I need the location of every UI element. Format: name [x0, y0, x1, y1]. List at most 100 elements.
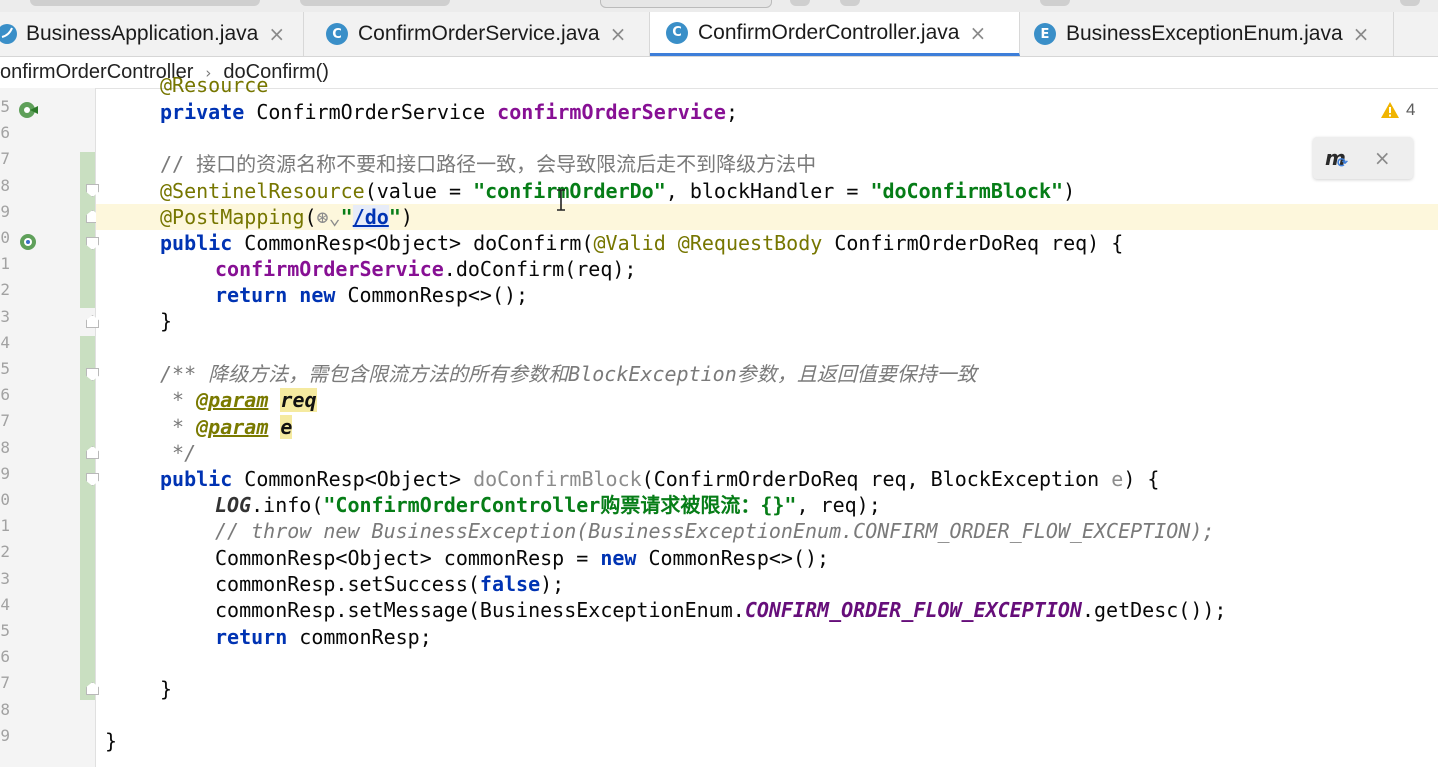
code-token: ConfirmOrderDoReq req) {	[822, 231, 1124, 255]
keyword: new	[299, 283, 336, 307]
inspection-widget[interactable]: 4	[1380, 100, 1415, 120]
editor-tab-bar: BusinessApplication.java × C ConfirmOrde…	[0, 12, 1438, 57]
code-token: CommonResp<Object> doConfirm(	[232, 231, 594, 255]
method-name: doConfirmBlock	[473, 467, 642, 491]
toolbar-item[interactable]	[1040, 0, 1070, 6]
keyword: return	[215, 625, 288, 649]
code-token: }	[160, 677, 173, 701]
javadoc-param-ref: req	[280, 388, 317, 412]
web-globe-icon[interactable]: ⊛⌄	[317, 205, 341, 229]
javadoc-tag: @param	[196, 415, 269, 439]
string-literal: "confirmOrderDo"	[473, 179, 666, 203]
keyword: private	[160, 100, 245, 124]
code-token: CommonResp<Object> commonResp =	[215, 546, 601, 570]
javadoc-comment: 参数，且返回值要保持一致	[736, 362, 977, 386]
toolbar-item[interactable]	[600, 0, 772, 8]
code-token: }	[160, 309, 173, 333]
tab-label: ConfirmOrderService.java	[358, 22, 600, 45]
javadoc-param-ref: e	[280, 415, 293, 439]
toolbar-item[interactable]	[1400, 0, 1420, 6]
tab-business-application[interactable]: BusinessApplication.java ×	[0, 12, 304, 56]
code-line: */	[160, 440, 196, 466]
code-line: * @param e	[160, 414, 293, 440]
code-line: /** 降级方法，需包含限流方法的所有参数和BlockException参数，且…	[160, 361, 977, 387]
toolbar-item[interactable]	[300, 0, 450, 6]
code-line: @PostMapping(⊛⌄"/do")	[160, 204, 413, 230]
code-line: }	[105, 728, 117, 754]
tab-label: BusinessExceptionEnum.java	[1066, 22, 1343, 45]
enum-icon: E	[1034, 23, 1056, 45]
keyword: public	[160, 467, 233, 491]
parameter-name: e	[1111, 467, 1124, 491]
code-token: );	[540, 572, 565, 596]
code-token: }	[105, 729, 118, 753]
code-line: return commonResp;	[215, 624, 432, 650]
code-token: )	[1063, 179, 1076, 203]
code-line: return new CommonResp<>();	[215, 282, 528, 308]
static-field: LOG	[215, 493, 252, 517]
main-toolbar	[0, 0, 1438, 12]
javadoc-tag: @param	[196, 388, 269, 412]
tab-business-exception-enum[interactable]: E BusinessExceptionEnum.java ×	[1020, 12, 1394, 56]
code-line: public CommonResp<Object> doConfirm(@Val…	[160, 230, 1123, 256]
code-token: commonResp;	[287, 625, 432, 649]
javadoc-comment: *	[160, 388, 197, 412]
code-token: .getDesc());	[1081, 598, 1227, 622]
code-line: // 接口的资源名称不要和接口路径一致，会导致限流后走不到降级方法中	[160, 151, 816, 177]
string-literal: "	[388, 205, 401, 229]
javadoc-comment: *	[160, 415, 197, 439]
code-token: )	[400, 205, 413, 229]
code-line: * @param req	[160, 387, 317, 413]
keyword: new	[600, 546, 637, 570]
close-icon[interactable]: ×	[969, 21, 986, 45]
keyword: public	[160, 231, 233, 255]
keyword: false	[479, 572, 541, 596]
code-line: CommonResp<Object> commonResp = new Comm…	[215, 545, 829, 571]
javadoc-comment: BlockException	[568, 362, 737, 386]
code-token: CommonResp<>();	[636, 546, 830, 570]
url-mapping-link[interactable]: /do	[352, 205, 389, 229]
code-token: ConfirmOrderService	[244, 100, 498, 124]
close-icon[interactable]: ×	[268, 22, 285, 46]
code-token: .doConfirm(req);	[443, 257, 637, 281]
code-line: }	[160, 308, 172, 334]
maven-reload-popup: m ⟳ ×	[1313, 137, 1413, 179]
toolbar-item[interactable]	[840, 0, 860, 6]
field-name: confirmOrderService	[215, 257, 444, 281]
code-token: ;	[725, 100, 738, 124]
close-icon[interactable]: ×	[1374, 146, 1391, 170]
code-token: .info(	[251, 493, 324, 517]
code-token: , blockHandler =	[665, 179, 871, 203]
maven-reload-icon[interactable]: m ⟳	[1325, 146, 1348, 171]
code-token: , req);	[796, 493, 881, 517]
tab-label: BusinessApplication.java	[26, 22, 259, 45]
code-token: ) {	[1123, 467, 1160, 491]
code-token: (ConfirmOrderDoReq req, BlockException	[641, 467, 1112, 491]
comment: // 接口的资源名称不要和接口路径一致，会导致限流后走不到降级方法中	[160, 152, 817, 176]
tab-confirm-order-controller[interactable]: C ConfirmOrderController.java ×	[650, 12, 1020, 56]
close-icon[interactable]: ×	[1353, 22, 1370, 46]
code-token: (value =	[364, 179, 474, 203]
run-config-selector[interactable]	[30, 0, 260, 6]
annotation: @RequestBody	[677, 231, 823, 255]
code-line: @Resource	[160, 72, 268, 98]
string-literal: "ConfirmOrderController购票请求被限流：{}"	[323, 493, 797, 517]
string-literal: "doConfirmBlock"	[870, 179, 1064, 203]
code-line: LOG.info("ConfirmOrderController购票请求被限流：…	[215, 492, 881, 518]
javadoc-comment: */	[160, 441, 197, 465]
code-editor[interactable]: @Resource private ConfirmOrderService co…	[0, 73, 1438, 767]
annotation: @Valid	[593, 231, 666, 255]
code-line: public CommonResp<Object> doConfirmBlock…	[160, 466, 1159, 492]
close-icon[interactable]: ×	[610, 22, 627, 46]
string-literal: "	[340, 205, 353, 229]
code-token: CommonResp<>();	[335, 283, 529, 307]
text-cursor-icon	[557, 189, 565, 211]
enum-constant: CONFIRM_ORDER_FLOW_EXCEPTION	[744, 598, 1082, 622]
class-icon: C	[666, 21, 688, 44]
tab-confirm-order-service[interactable]: C ConfirmOrderService.java ×	[304, 12, 650, 56]
toolbar-item[interactable]	[790, 0, 810, 6]
field-name: confirmOrderService	[497, 100, 726, 124]
